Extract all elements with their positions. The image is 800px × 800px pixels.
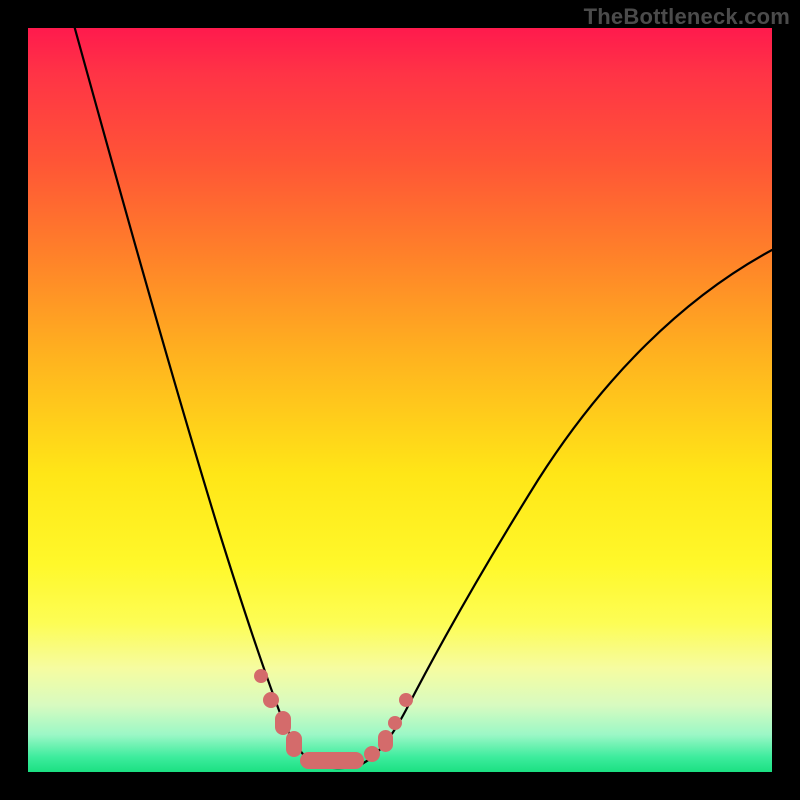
marker-dot bbox=[364, 746, 380, 762]
curve-left-branch bbox=[72, 28, 315, 765]
marker-pill bbox=[378, 730, 393, 752]
bottleneck-curve bbox=[28, 28, 772, 772]
marker-dot bbox=[254, 669, 268, 683]
plot-area bbox=[28, 28, 772, 772]
marker-pill bbox=[300, 752, 364, 769]
marker-dot bbox=[263, 692, 279, 708]
curve-right-branch bbox=[358, 250, 772, 766]
marker-pill bbox=[275, 711, 291, 735]
marker-dot bbox=[399, 693, 413, 707]
outer-frame: TheBottleneck.com bbox=[0, 0, 800, 800]
marker-pill bbox=[286, 731, 302, 757]
watermark-text: TheBottleneck.com bbox=[584, 4, 790, 30]
marker-dot bbox=[388, 716, 402, 730]
